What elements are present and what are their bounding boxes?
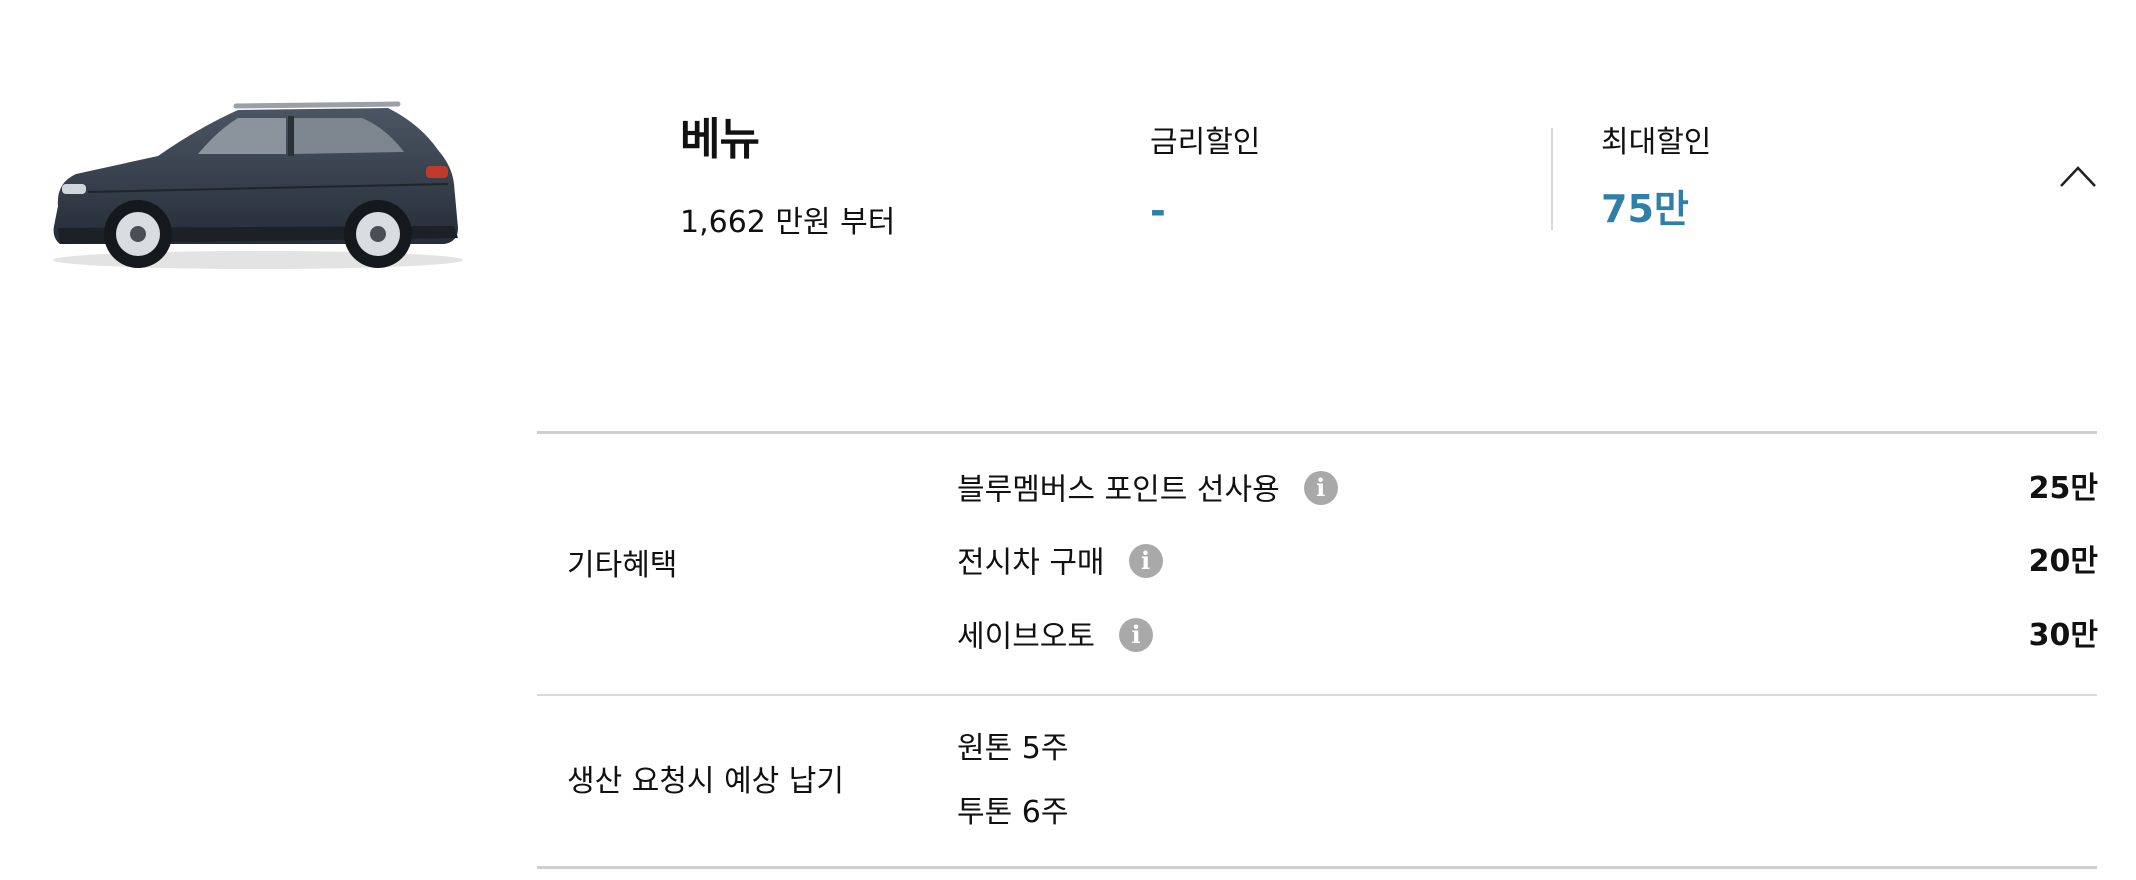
benefit-name: 전시차 구매 <box>957 545 1105 581</box>
section-divider-bottom <box>537 866 2097 869</box>
max-discount-value: 75만 <box>1601 187 1689 231</box>
divider <box>1551 128 1553 230</box>
benefit-amount: 20만 <box>2028 544 2098 579</box>
model-name: 베뉴 <box>680 114 760 165</box>
benefit-amount: 30만 <box>2028 618 2098 653</box>
info-icon[interactable]: i <box>1128 544 1163 578</box>
benefit-row: 블루멤버스 포인트 선사용 i 25만 <box>957 470 2098 510</box>
car-suv-image <box>53 101 463 269</box>
section-divider-middle <box>537 694 2097 696</box>
delivery-item: 투톤 6주 <box>957 795 1069 830</box>
max-discount-label: 최대할인 <box>1601 125 1712 160</box>
model-price: 1,662 만원 부터 <box>680 205 896 240</box>
info-icon[interactable]: i <box>1119 618 1153 652</box>
rate-discount-value: - <box>1150 189 1166 233</box>
benefit-name: 블루멤버스 포인트 선사용 <box>957 472 1280 508</box>
benefit-name-wrapper: 전시차 구매 i <box>957 544 1163 581</box>
benefit-name-wrapper: 세이브오토 i <box>957 618 1153 655</box>
delivery-label: 생산 요청시 예상 납기 <box>567 764 845 799</box>
info-icon[interactable]: i <box>1303 471 1338 505</box>
benefit-name-wrapper: 블루멤버스 포인트 선사용 i <box>957 471 1338 508</box>
chevron-up-icon <box>2060 166 2096 187</box>
car-image <box>48 88 468 278</box>
other-benefits-label: 기타혜택 <box>567 548 678 583</box>
benefit-row: 전시차 구매 i 20만 <box>957 543 2098 583</box>
benefit-name: 세이브오토 <box>957 619 1095 655</box>
benefit-amount: 25만 <box>2028 471 2098 506</box>
delivery-item: 원톤 5주 <box>957 731 1069 766</box>
collapse-toggle-button[interactable] <box>2058 162 2098 190</box>
section-divider-top <box>537 431 2097 434</box>
rate-discount-label: 금리할인 <box>1150 125 1261 160</box>
benefit-row: 세이브오토 i 30만 <box>957 617 2098 657</box>
